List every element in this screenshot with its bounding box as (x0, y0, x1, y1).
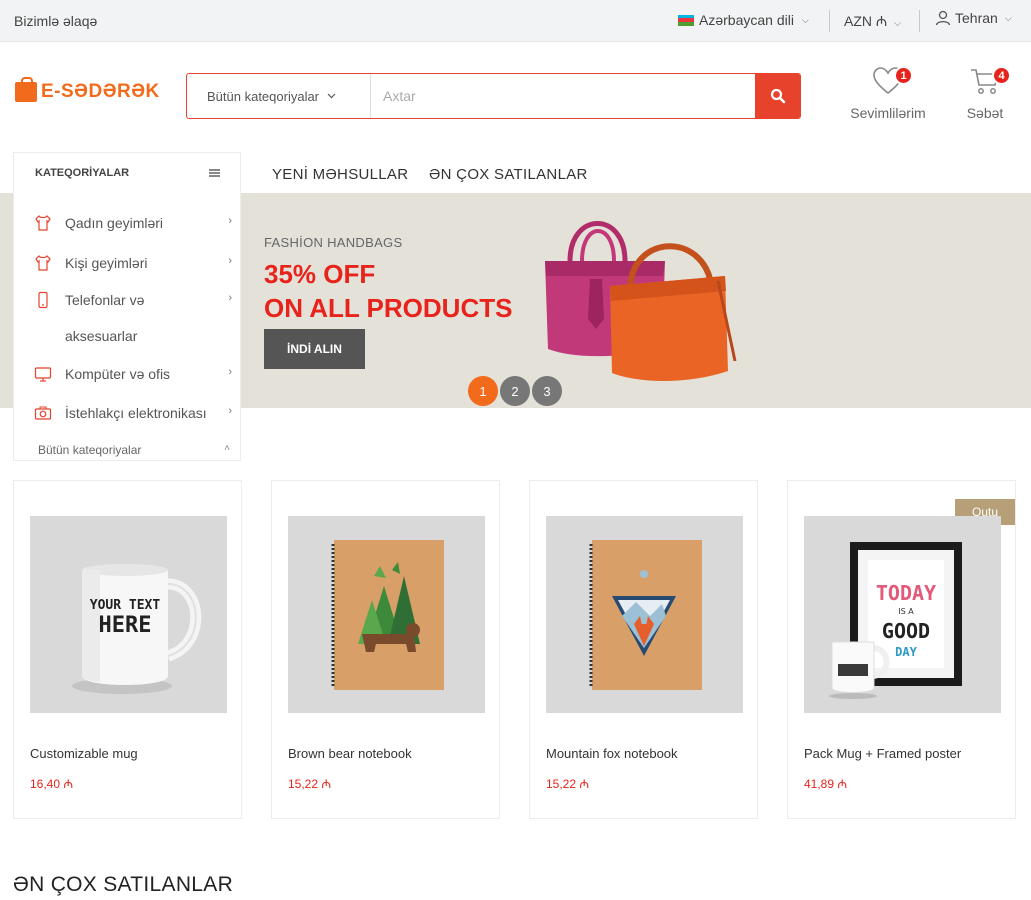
tab-best-sellers[interactable]: ƏN ÇOX SATILANLAR (429, 166, 588, 183)
category-label: Qadın geyimləri (65, 215, 164, 231)
product-card[interactable]: Mountain fox notebook 15,22 ₼ (529, 480, 758, 819)
category-item-computers[interactable]: Kompüter və ofis › (14, 356, 242, 392)
user-name: Tehran (955, 10, 998, 26)
flag-icon (678, 14, 694, 26)
contact-link[interactable]: Bizimlə əlaqə (14, 13, 97, 29)
carousel-dot-2[interactable]: 2 (500, 376, 530, 406)
top-bar: Bizimlə əlaqə Azərbaycan dili ⌵ AZN ₼ ⌵ … (0, 0, 1031, 42)
language-selector[interactable]: Azərbaycan dili ⌵ (678, 12, 809, 28)
search-icon (770, 88, 785, 104)
banner-subtitle: FASHİON HANDBAGS (264, 235, 403, 250)
wishlist-label: Sevimlilərim (850, 105, 926, 121)
logo-text: E-SƏDƏRƏK (41, 81, 160, 102)
banner-title: 35% OFF ON ALL PRODUCTS (264, 257, 512, 325)
category-item-men[interactable]: Kişi geyimləri › (14, 245, 242, 281)
menu-icon (209, 169, 220, 177)
camera-icon (34, 406, 52, 420)
user-menu[interactable]: Tehran ⌵ (935, 10, 1012, 26)
chevron-down-icon (327, 93, 336, 99)
product-name: Mountain fox notebook (546, 746, 678, 761)
product-image (288, 516, 485, 713)
categories-header[interactable]: KATEQORİYALAR (14, 153, 240, 193)
poster-text: GOOD (882, 619, 930, 643)
section-title-best-sellers: ƏN ÇOX SATILANLAR (13, 873, 234, 896)
wishlist-count-badge: 1 (894, 66, 913, 85)
carousel-dot-1[interactable]: 1 (468, 376, 498, 406)
category-item-phones[interactable]: Telefonlar və aksesuarlar › (14, 282, 242, 354)
monitor-icon (34, 367, 52, 382)
product-card[interactable]: Brown bear notebook 15,22 ₼ (271, 480, 500, 819)
category-item-women[interactable]: Qadın geyimləri › (14, 205, 242, 241)
search-category-select[interactable]: Bütün kateqoriyalar (187, 74, 371, 118)
chevron-down-icon: ⌵ (894, 18, 901, 28)
shirt-icon (35, 214, 51, 231)
banner-title-line-1: 35% OFF (264, 259, 376, 289)
poster-text: DAY (895, 645, 917, 659)
chevron-right-icon: › (228, 215, 232, 227)
cart-count-badge: 4 (992, 66, 1011, 85)
banner-title-line-2: ON ALL PRODUCTS (264, 293, 513, 323)
chevron-right-icon: › (228, 405, 232, 417)
language-label: Azərbaycan dili (699, 12, 794, 28)
mug-print-text: HERE (99, 613, 152, 638)
all-categories-link[interactable]: Bütün kateqoriyalar (38, 443, 141, 457)
product-image: YOUR TEXT HERE (30, 516, 227, 713)
cart-label: Səbət (966, 105, 1004, 121)
shirt-icon (35, 254, 51, 271)
product-card[interactable]: YOUR TEXT HERE Customizable mug 16,40 ₼ (13, 480, 242, 819)
cart-button[interactable]: 4 Səbət (961, 66, 1011, 121)
search-category-label: Bütün kateqoriyalar (207, 88, 320, 104)
product-price: 15,22 ₼ (288, 777, 332, 791)
shopping-bag-icon (15, 77, 37, 102)
product-card[interactable]: Qutu TODAY IS A GOOD DAY Pack Mug + Fram… (787, 480, 1016, 819)
divider (919, 10, 920, 32)
product-price: 16,40 ₼ (30, 777, 74, 791)
product-image (546, 516, 743, 713)
site-logo[interactable]: E-SƏDƏRƏK (15, 77, 160, 103)
category-label-line-2: aksesuarlar (65, 328, 138, 344)
categories-panel: KATEQORİYALAR Qadın geyimləri › Kişi gey… (13, 152, 241, 461)
divider (829, 10, 830, 32)
chevron-up-icon: ˄ (224, 443, 230, 454)
mug-print-text: YOUR TEXT (90, 598, 161, 613)
product-name: Brown bear notebook (288, 746, 412, 761)
handbags-image (545, 221, 737, 382)
categories-title: KATEQORİYALAR (35, 167, 130, 179)
search-bar: Bütün kateqoriyalar (186, 73, 801, 119)
shop-now-button[interactable]: İNDİ ALIN (264, 329, 365, 369)
category-item-electronics[interactable]: İstehlakçı elektronikası › (14, 395, 242, 431)
phone-icon (38, 291, 48, 309)
product-price: 41,89 ₼ (804, 777, 848, 791)
tab-new-products[interactable]: YENİ MƏHSULLAR (272, 166, 408, 183)
wishlist-button[interactable]: 1 Sevimlilərim (847, 66, 929, 121)
product-image: TODAY IS A GOOD DAY (804, 516, 1001, 713)
product-name: Customizable mug (30, 746, 138, 761)
chevron-right-icon: › (228, 366, 232, 378)
category-label: Kişi geyimləri (65, 255, 148, 271)
user-icon (935, 10, 951, 26)
chevron-down-icon: ⌵ (1004, 12, 1012, 23)
search-input[interactable] (371, 74, 755, 118)
product-price: 15,22 ₼ (546, 777, 590, 791)
poster-text: TODAY (876, 581, 936, 605)
currency-selector[interactable]: AZN ₼ ⌵ (844, 12, 901, 31)
search-button[interactable] (755, 74, 800, 118)
chevron-down-icon: ⌵ (801, 14, 809, 25)
chevron-right-icon: › (228, 255, 232, 267)
chevron-right-icon: › (228, 292, 232, 304)
category-label: Kompüter və ofis (65, 366, 171, 382)
carousel-dot-3[interactable]: 3 (532, 376, 562, 406)
category-label: İstehlakçı elektronikası (65, 405, 207, 421)
product-name: Pack Mug + Framed poster (804, 746, 962, 761)
poster-text: IS A (898, 607, 914, 616)
category-label: Telefonlar və (65, 292, 145, 308)
currency-label: AZN ₼ (844, 13, 888, 29)
